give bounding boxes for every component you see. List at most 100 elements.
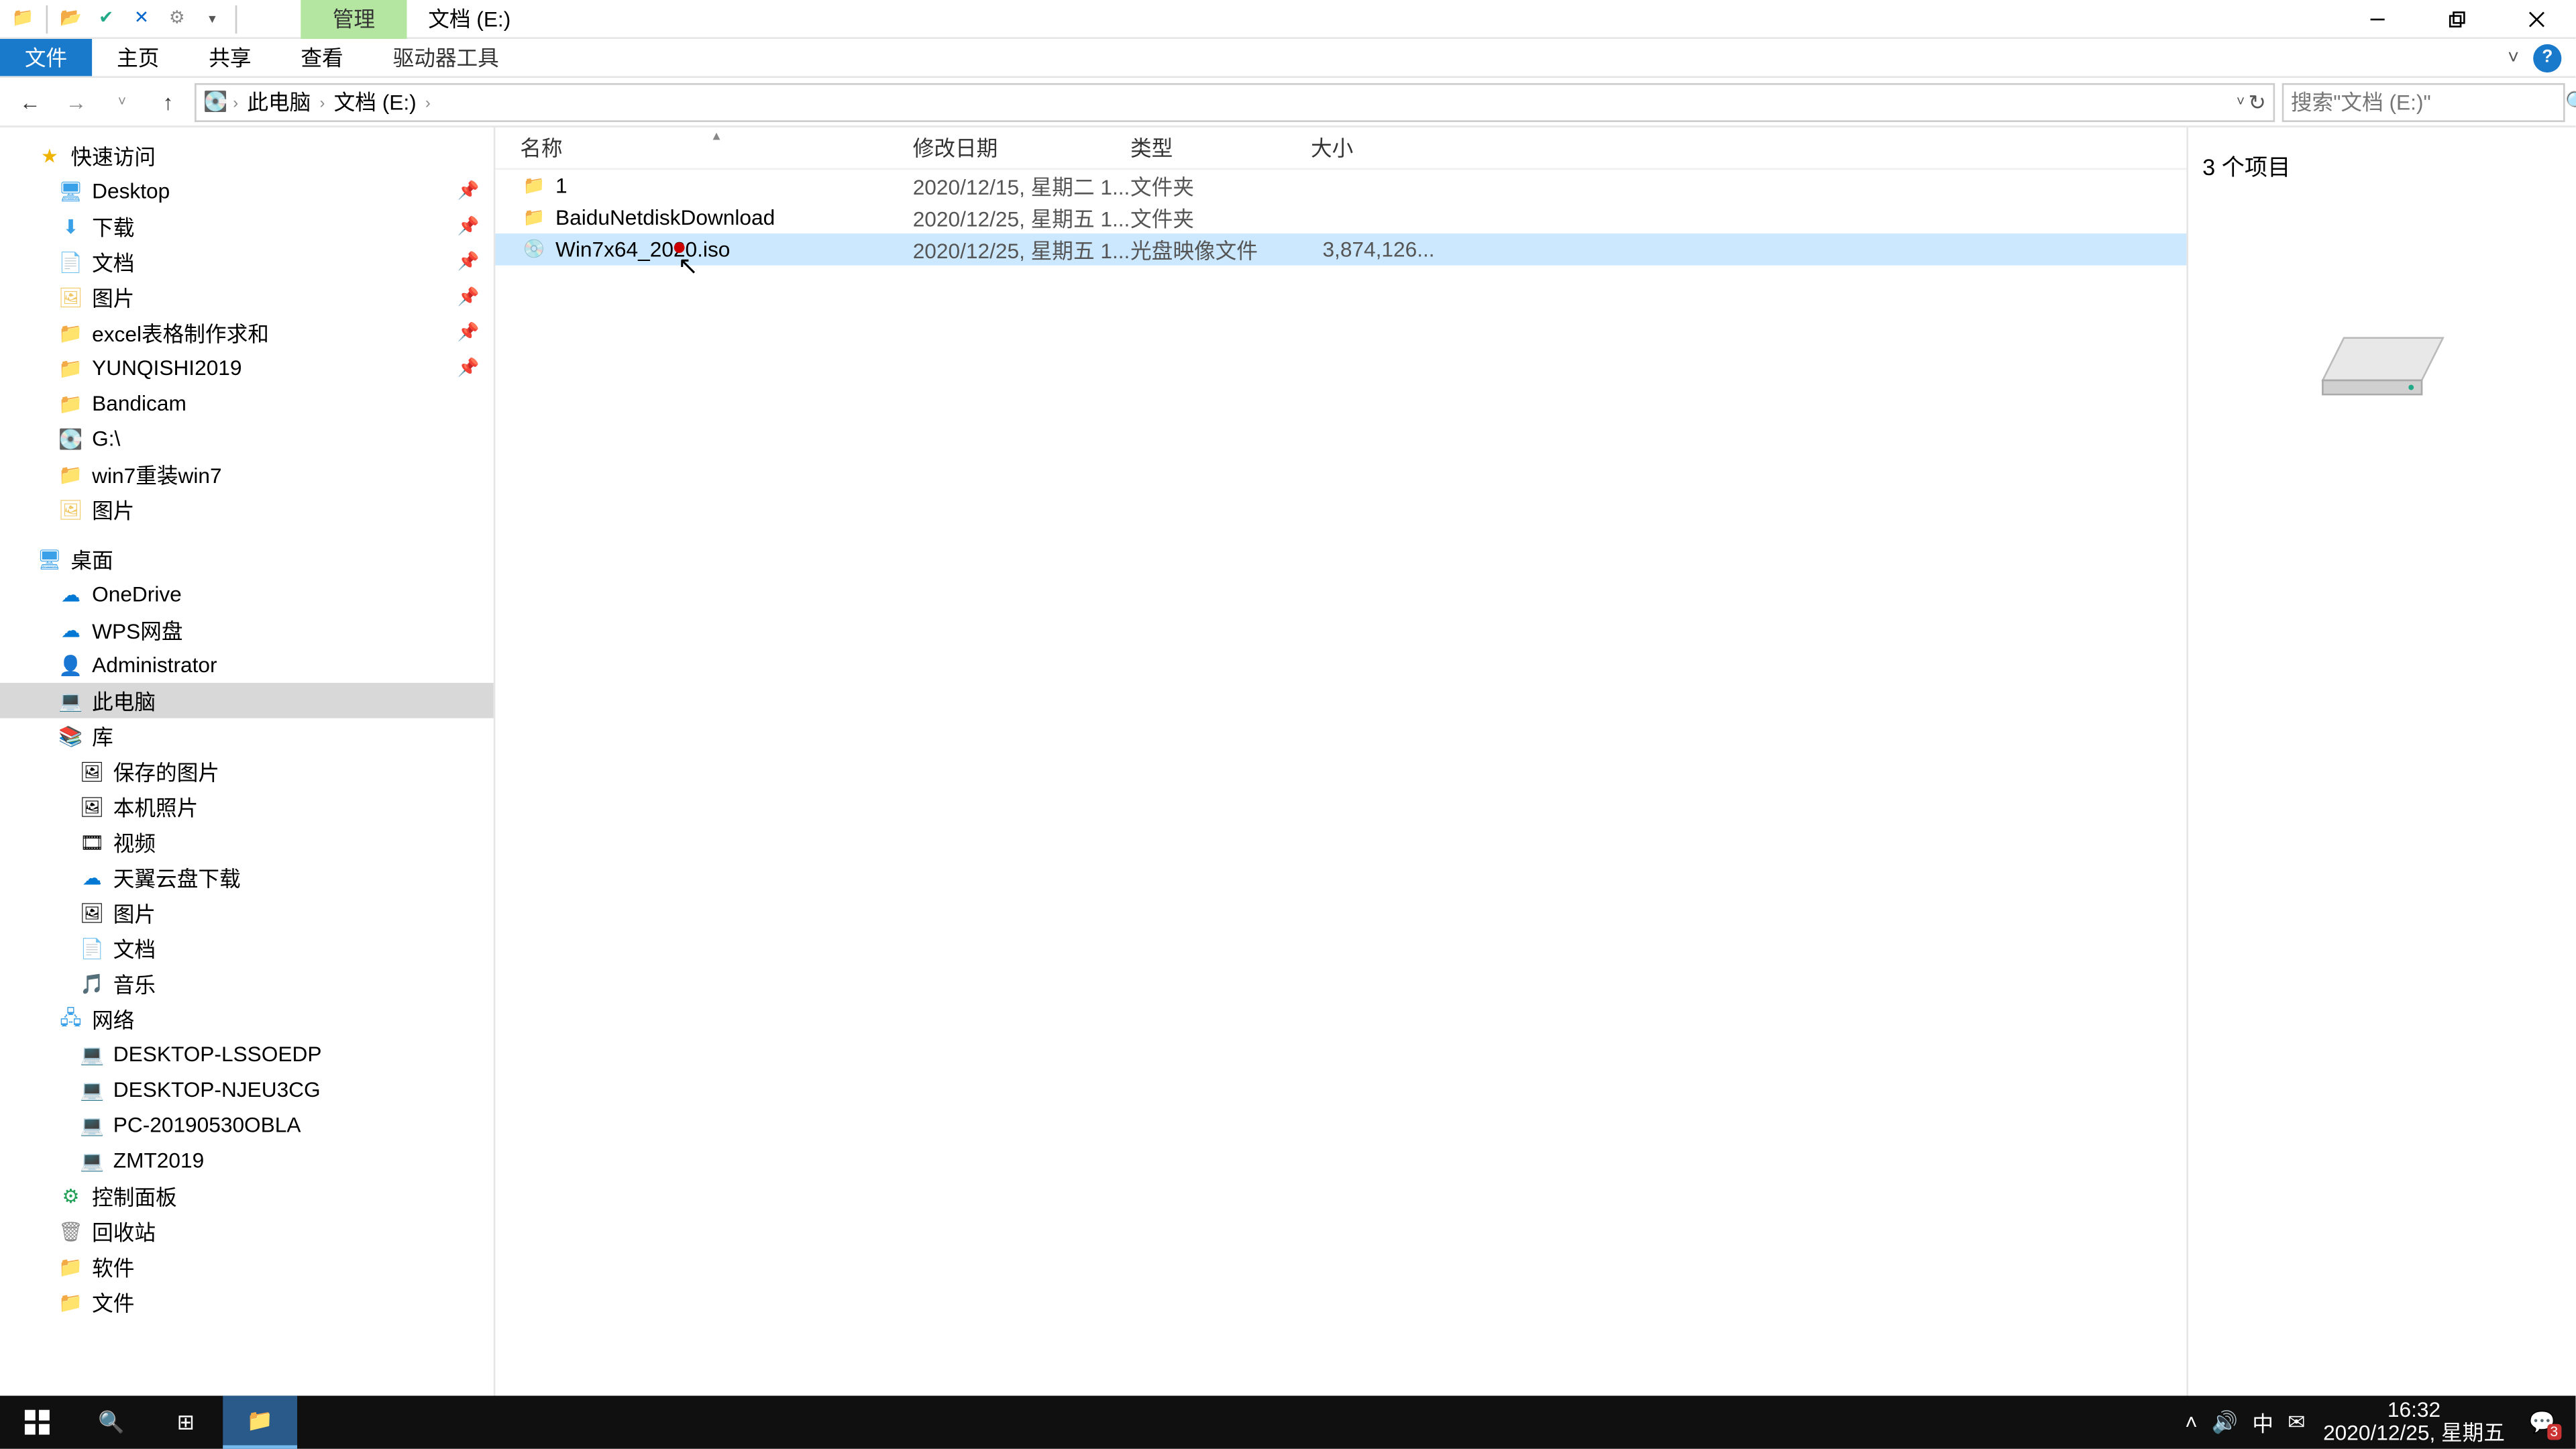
qat-close-icon[interactable]: ✕ [125,3,157,34]
tree-item[interactable]: 💻DESKTOP-LSSOEDP [0,1036,494,1072]
tree-item[interactable]: ☁WPS网盘 [0,612,494,647]
tree-item[interactable]: 👤Administrator [0,647,494,683]
up-button[interactable]: ↑ [149,83,188,121]
file-name: Win7x64_2020.iso [555,237,730,262]
taskbar-app-explorer[interactable]: 📁 [223,1396,297,1449]
tree-this-pc[interactable]: 💻此电脑 [0,683,494,718]
task-view-icon: ⊞ [177,1410,195,1435]
search-button[interactable]: 🔍 [74,1396,149,1449]
computer-icon: 💻 [78,1148,106,1173]
tree-item[interactable]: 📄文档 [0,930,494,966]
file-date: 2020/12/15, 星期二 1... [913,170,1130,201]
drive-icon: 💽 [203,90,227,113]
column-header-size[interactable]: 大小 [1311,133,1435,163]
tree-item[interactable]: 📁excel表格制作求和📌 [0,315,494,350]
tree-item[interactable]: 📁Bandicam [0,386,494,421]
back-button[interactable]: ← [11,83,50,121]
qat-check-icon[interactable]: ✔ [90,3,121,34]
tree-item[interactable]: 🖼保存的图片 [0,753,494,789]
taskbar-clock[interactable]: 16:32 2020/12/25, 星期五 [2323,1399,2505,1446]
tab-home[interactable]: 主页 [92,39,184,76]
tray-chevron-up-icon[interactable]: ˄ [2185,1410,2198,1435]
minimize-button[interactable] [2337,0,2416,38]
window-title: 文档 (E:) [407,3,532,34]
tree-item[interactable]: ☁OneDrive [0,577,494,612]
breadcrumb[interactable]: 💽 › 此电脑 › 文档 (E:) › ˅ ↻ [195,83,2275,121]
tree-item[interactable]: 📁文件 [0,1284,494,1320]
tray-app-icon[interactable]: ✉ [2288,1410,2306,1435]
tray-volume-icon[interactable]: 🔊 [2212,1410,2238,1435]
qat-dropdown-icon[interactable]: ▾ [197,3,228,34]
search-icon[interactable]: 🔍 [2565,89,2576,114]
tree-item[interactable]: 🎵音乐 [0,966,494,1002]
maximize-button[interactable] [2416,0,2496,38]
tab-share[interactable]: 共享 [184,39,276,76]
address-dropdown-icon[interactable]: ˅ [2237,94,2245,110]
task-view-button[interactable]: ⊞ [149,1396,223,1449]
tree-network[interactable]: 🖧网络 [0,1002,494,1037]
navigation-pane[interactable]: ★快速访问 🖥Desktop📌 ⬇下载📌 📄文档📌 🖼图片📌 📁excel表格制… [0,127,495,1410]
search-box[interactable]: 🔍 [2282,83,2565,121]
tray-ime-indicator[interactable]: 中 [2252,1407,2273,1438]
drive-icon: 💽 [56,427,85,451]
tree-item[interactable]: 🖥Desktop📌 [0,173,494,209]
crumb-drive[interactable]: 文档 (E:) [330,87,420,117]
ribbon-tabs: 文件 主页 共享 查看 驱动器工具 ˅ ? [0,39,2575,78]
tree-item[interactable]: 💻ZMT2019 [0,1143,494,1179]
forward-button[interactable]: → [56,83,95,121]
chevron-right-icon[interactable]: › [318,93,327,110]
tree-item[interactable]: 💻PC-20190530OBLA [0,1108,494,1143]
file-row[interactable]: 📁BaiduNetdiskDownload2020/12/25, 星期五 1..… [495,202,2186,233]
tree-item[interactable]: 📁软件 [0,1249,494,1285]
tree-recycle-bin[interactable]: 🗑回收站 [0,1214,494,1249]
tree-item[interactable]: 📁YUNQISHI2019📌 [0,350,494,386]
column-header-date[interactable]: 修改日期 [913,133,1130,163]
history-dropdown-icon[interactable]: ˅ [103,83,142,121]
clock-time: 16:32 [2323,1399,2505,1422]
column-header-name[interactable]: ▲名称 [520,133,912,163]
tree-quick-access[interactable]: ★快速访问 [0,138,494,174]
file-row[interactable]: 💿Win7x64_2020.iso2020/12/25, 星期五 1...光盘映… [495,233,2186,265]
tab-drive-tools[interactable]: 驱动器工具 [368,39,524,76]
qat-settings-icon[interactable]: ⚙ [161,3,193,34]
tree-item[interactable]: ⬇下载📌 [0,209,494,244]
tree-item[interactable]: 💽G:\ [0,421,494,457]
tree-item[interactable]: 🖼图片📌 [0,280,494,315]
tab-file[interactable]: 文件 [0,39,92,76]
tree-item[interactable]: 📁win7重装win7 [0,456,494,492]
download-icon: ⬇ [56,214,85,239]
refresh-icon[interactable]: ↻ [2248,89,2266,114]
cloud-icon: ☁ [56,617,85,642]
help-icon[interactable]: ? [2533,44,2561,72]
tree-control-panel[interactable]: ⚙控制面板 [0,1178,494,1214]
tree-item[interactable]: 🖼本机照片 [0,789,494,824]
crumb-this-pc[interactable]: 此电脑 [244,87,315,117]
qat-open-icon[interactable]: 📂 [55,3,87,34]
folder-icon: 📁 [56,462,85,486]
ribbon-expand-icon[interactable]: ˅ [2508,47,2519,68]
chevron-right-icon[interactable]: › [423,93,432,110]
action-center-button[interactable]: 💬 3 [2522,1403,2561,1442]
chevron-right-icon[interactable]: › [231,93,240,110]
tree-item[interactable]: 🖼图片 [0,895,494,930]
tree-libraries[interactable]: 📚库 [0,718,494,754]
sort-asc-icon: ▲ [520,131,912,143]
column-header-type[interactable]: 类型 [1130,133,1311,163]
start-button[interactable] [0,1396,74,1449]
tree-desktop[interactable]: 🖥桌面 [0,541,494,577]
tree-item[interactable]: 🎞视频 [0,824,494,860]
pictures-icon: 🖼 [56,497,85,522]
contextual-tab[interactable]: 管理 [301,0,407,38]
tree-item[interactable]: 🖼图片 [0,492,494,527]
folder-icon: 📁 [56,391,85,416]
search-input[interactable] [2291,89,2565,114]
folder-icon: 📄 [56,250,85,274]
file-rows[interactable]: 📁12020/12/15, 星期二 1...文件夹📁BaiduNetdiskDo… [495,170,2186,1410]
tree-item[interactable]: ☁天翼云盘下载 [0,860,494,896]
file-row[interactable]: 📁12020/12/15, 星期二 1...文件夹 [495,170,2186,201]
close-button[interactable] [2496,0,2576,38]
file-date: 2020/12/25, 星期五 1... [913,203,1130,233]
tab-view[interactable]: 查看 [276,39,368,76]
tree-item[interactable]: 📄文档📌 [0,244,494,280]
tree-item[interactable]: 💻DESKTOP-NJEU3CG [0,1072,494,1108]
